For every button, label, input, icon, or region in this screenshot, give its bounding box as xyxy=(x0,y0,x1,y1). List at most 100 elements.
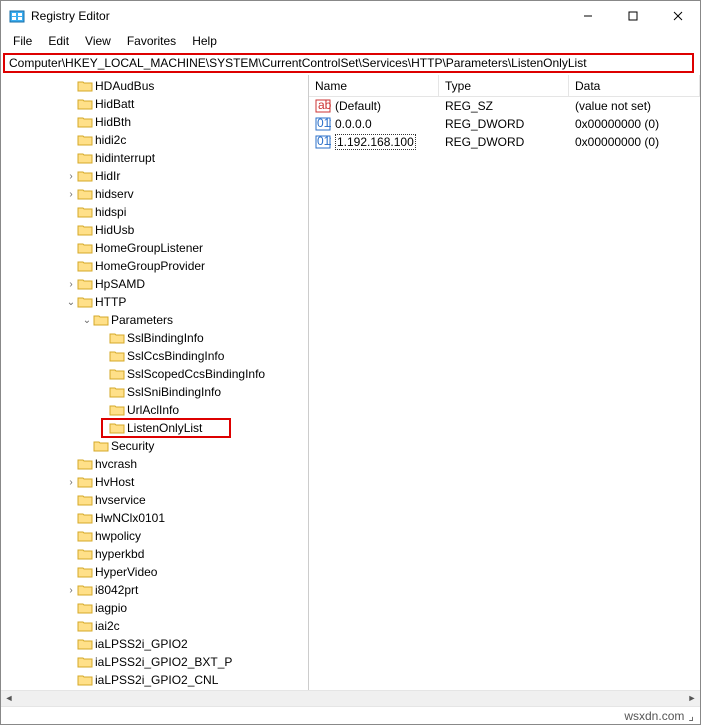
menu-edit[interactable]: Edit xyxy=(40,32,77,50)
tree-item[interactable]: UrlAclInfo xyxy=(1,401,308,419)
tree-item[interactable]: ListenOnlyList xyxy=(1,419,308,437)
value-row[interactable]: 0111.192.168.100REG_DWORD0x00000000 (0) xyxy=(309,133,700,151)
tree-item-label: HidIr xyxy=(93,169,120,183)
folder-icon xyxy=(77,259,93,273)
col-header-type[interactable]: Type xyxy=(439,75,569,96)
folder-icon xyxy=(77,547,93,561)
tree-item[interactable]: HwNClx0101 xyxy=(1,509,308,527)
tree-item-label: hidinterrupt xyxy=(93,151,155,165)
tree-item[interactable]: › HpSAMD xyxy=(1,275,308,293)
folder-icon xyxy=(77,511,93,525)
tree-item[interactable]: HomeGroupListener xyxy=(1,239,308,257)
tree-item[interactable]: SslBindingInfo xyxy=(1,329,308,347)
tree-item-label: HTTP xyxy=(93,295,126,309)
tree-item[interactable]: HomeGroupProvider xyxy=(1,257,308,275)
scroll-right-icon[interactable]: ► xyxy=(684,691,700,705)
folder-icon xyxy=(77,655,93,669)
tree-item[interactable]: hidinterrupt xyxy=(1,149,308,167)
tree-item[interactable]: HidUsb xyxy=(1,221,308,239)
expand-icon[interactable]: › xyxy=(65,279,77,290)
tree-item-label: HwNClx0101 xyxy=(93,511,165,525)
tree-item[interactable]: hidspi xyxy=(1,203,308,221)
folder-icon xyxy=(77,619,93,633)
folder-icon xyxy=(77,637,93,651)
value-row[interactable]: 0110.0.0.0REG_DWORD0x00000000 (0) xyxy=(309,115,700,133)
folder-icon xyxy=(77,97,93,111)
value-data: (value not set) xyxy=(569,99,700,113)
menu-view[interactable]: View xyxy=(77,32,119,50)
scroll-left-icon[interactable]: ◄ xyxy=(1,691,17,705)
col-header-name[interactable]: Name xyxy=(309,75,439,96)
dword-value-icon: 011 xyxy=(315,134,331,150)
tree-item-label: HvHost xyxy=(93,475,134,489)
tree-item-label: hidserv xyxy=(93,187,134,201)
folder-icon xyxy=(77,205,93,219)
registry-editor-window: Registry Editor File Edit View Favorites… xyxy=(0,0,701,725)
tree-item-label: HomeGroupProvider xyxy=(93,259,205,273)
tree-item[interactable]: HDAudBus xyxy=(1,77,308,95)
tree-item-label: ListenOnlyList xyxy=(125,421,202,435)
tree-item[interactable]: iagpio xyxy=(1,599,308,617)
collapse-icon[interactable]: ⌄ xyxy=(65,297,77,308)
menu-favorites[interactable]: Favorites xyxy=(119,32,184,50)
tree-item-label: hyperkbd xyxy=(93,547,144,561)
tree-item[interactable]: hvservice xyxy=(1,491,308,509)
tree-item-label: SslBindingInfo xyxy=(125,331,204,345)
tree-item[interactable]: HyperVideo xyxy=(1,563,308,581)
tree-item-label: i8042prt xyxy=(93,583,138,597)
tree-item[interactable]: › hidserv xyxy=(1,185,308,203)
collapse-icon[interactable]: ⌄ xyxy=(81,315,93,326)
tree-item[interactable]: › HvHost xyxy=(1,473,308,491)
tree-item[interactable]: SslScopedCcsBindingInfo xyxy=(1,365,308,383)
tree-item-label: UrlAclInfo xyxy=(125,403,179,417)
minimize-button[interactable] xyxy=(565,1,610,31)
folder-icon xyxy=(77,133,93,147)
close-button[interactable] xyxy=(655,1,700,31)
tree-item[interactable]: › HidIr xyxy=(1,167,308,185)
expand-icon[interactable]: › xyxy=(65,189,77,200)
expand-icon[interactable]: › xyxy=(65,171,77,182)
tree-item-label: Security xyxy=(109,439,154,453)
tree-item[interactable]: hwpolicy xyxy=(1,527,308,545)
folder-icon xyxy=(77,583,93,597)
tree-item[interactable]: iai2c xyxy=(1,617,308,635)
tree-item[interactable]: hidi2c xyxy=(1,131,308,149)
tree-item[interactable]: ⌄Parameters xyxy=(1,311,308,329)
folder-icon xyxy=(77,493,93,507)
value-name: (Default) xyxy=(335,99,381,113)
value-type: REG_DWORD xyxy=(439,117,569,131)
expand-icon[interactable]: › xyxy=(65,585,77,596)
tree-item[interactable]: Security xyxy=(1,437,308,455)
tree-item[interactable]: HidBatt xyxy=(1,95,308,113)
tree-item[interactable]: HidBth xyxy=(1,113,308,131)
tree-item[interactable]: iaLPSS2i_GPIO2_CNL xyxy=(1,671,308,689)
tree-pane[interactable]: HDAudBusHidBattHidBthhidi2c hidinterrupt ›… xyxy=(1,75,309,690)
col-header-data[interactable]: Data xyxy=(569,75,700,96)
menu-file[interactable]: File xyxy=(5,32,40,50)
tree-item[interactable]: › i8042prt xyxy=(1,581,308,599)
tree-item[interactable]: SslCcsBindingInfo xyxy=(1,347,308,365)
svg-text:011: 011 xyxy=(317,116,331,130)
folder-icon xyxy=(93,313,109,327)
tree-item-label: hvservice xyxy=(93,493,146,507)
address-bar[interactable]: Computer\HKEY_LOCAL_MACHINE\SYSTEM\Curre… xyxy=(3,53,694,73)
menu-help[interactable]: Help xyxy=(184,32,225,50)
tree-item[interactable]: iaLPSS2i_GPIO2 xyxy=(1,635,308,653)
tree-item[interactable]: hyperkbd xyxy=(1,545,308,563)
value-name: 1.192.168.100 xyxy=(335,134,416,150)
horizontal-scrollbar[interactable]: ◄ ► xyxy=(1,690,700,706)
tree-item[interactable]: ⌄ HTTP xyxy=(1,293,308,311)
titlebar[interactable]: Registry Editor xyxy=(1,1,700,31)
maximize-button[interactable] xyxy=(610,1,655,31)
value-row[interactable]: ab(Default)REG_SZ(value not set) xyxy=(309,97,700,115)
tree-item[interactable]: hvcrash xyxy=(1,455,308,473)
tree-item[interactable]: SslSniBindingInfo xyxy=(1,383,308,401)
window-title: Registry Editor xyxy=(31,9,565,23)
expand-icon[interactable]: › xyxy=(65,477,77,488)
svg-text:ab: ab xyxy=(318,98,331,112)
resize-grip-icon[interactable]: ⌟ xyxy=(688,709,694,723)
tree-item-label: HpSAMD xyxy=(93,277,145,291)
status-bar: wsxdn.com ⌟ xyxy=(1,706,700,724)
tree-item[interactable]: iaLPSS2i_GPIO2_BXT_P xyxy=(1,653,308,671)
values-pane[interactable]: Name Type Data ab(Default)REG_SZ(value n… xyxy=(309,75,700,690)
